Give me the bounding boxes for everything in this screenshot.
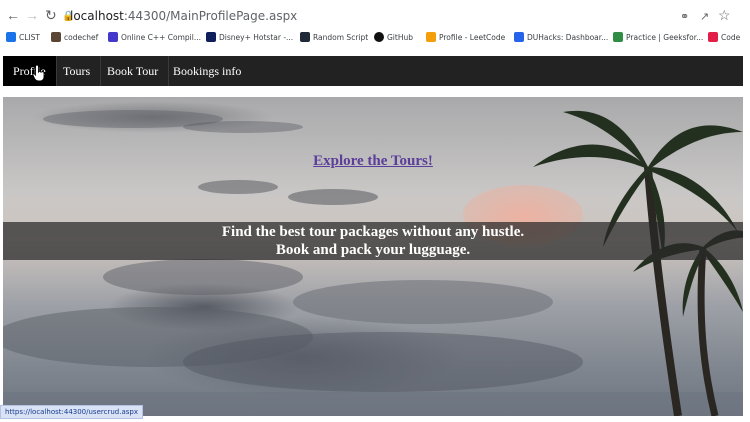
bookmark-label: Online C++ Compil... — [121, 33, 201, 42]
bookmark-random-script[interactable]: Random Script — [300, 32, 368, 44]
browser-toolbar: ← → ↻ 🔒 localhost:44300/MainProfilePage.… — [0, 0, 750, 30]
bookmark-hotstar[interactable]: Disney+ Hotstar -... — [206, 32, 293, 44]
hero-section: Explore the Tours! Find the best tour pa… — [3, 97, 743, 416]
url-rest: :44300/MainProfilePage.aspx — [123, 9, 298, 23]
forward-arrow-icon[interactable]: → — [25, 7, 39, 23]
bookmark-clist[interactable]: CLIST — [6, 32, 40, 44]
duhacks-icon — [514, 32, 524, 42]
bookmark-geeksforgeeks[interactable]: Practice | Geeksfor... — [613, 32, 703, 44]
link-status-bar: https://localhost:44300/usercrud.aspx — [0, 405, 143, 419]
bookmark-codechef[interactable]: codechef — [51, 32, 98, 44]
hand-cursor-icon — [32, 64, 45, 82]
script-icon — [300, 32, 310, 42]
nav-book-tour[interactable]: Book Tour — [97, 56, 170, 86]
hotstar-icon — [206, 32, 216, 42]
code-icon — [708, 32, 718, 42]
reload-icon[interactable]: ↻ — [45, 7, 57, 23]
share-icon[interactable]: ↗ — [700, 9, 709, 25]
github-icon — [374, 32, 384, 42]
geeksforgeeks-icon — [613, 32, 623, 42]
bookmark-code[interactable]: Code — [708, 32, 740, 44]
bookmark-github[interactable]: GitHub — [374, 32, 413, 44]
bookmark-label: Disney+ Hotstar -... — [219, 33, 294, 42]
clist-icon — [6, 32, 16, 42]
bookmark-leetcode[interactable]: Profile - LeetCode — [426, 32, 505, 44]
site-navbar: Profile Tours Book Tour Bookings info — [3, 56, 743, 86]
bookmark-label: Random Script — [313, 33, 369, 42]
url-host: localhost — [70, 9, 124, 23]
tagline-line-1: Find the best tour packages without any … — [221, 224, 525, 240]
bookmark-label: Profile - LeetCode — [439, 33, 506, 42]
bookmark-label: codechef — [64, 33, 99, 42]
nav-bookings-info[interactable]: Bookings info — [163, 56, 251, 86]
tagline-line-2: Book and pack your lugguage. — [275, 242, 471, 258]
bookmark-label: CLIST — [19, 33, 40, 42]
codechef-icon — [51, 32, 61, 42]
back-arrow-icon[interactable]: ← — [6, 7, 20, 23]
address-bar[interactable]: localhost:44300/MainProfilePage.aspx — [70, 9, 297, 23]
bookmark-online-cpp[interactable]: Online C++ Compil... — [108, 32, 201, 44]
bookmarks-bar: CLIST codechef Online C++ Compil... Disn… — [0, 30, 750, 48]
compiler-icon — [108, 32, 118, 42]
tagline-banner: Find the best tour packages without any … — [3, 222, 743, 260]
bookmark-duhacks[interactable]: DUHacks: Dashboar... — [514, 32, 608, 44]
bookmark-label: DUHacks: Dashboar... — [527, 33, 609, 42]
bookmark-label: Code — [721, 33, 741, 42]
nav-tours[interactable]: Tours — [53, 56, 102, 86]
bookmark-label: Practice | Geeksfor... — [626, 33, 704, 42]
star-icon[interactable]: ☆ — [718, 7, 731, 23]
bookmark-label: GitHub — [387, 33, 413, 42]
nav-profile[interactable]: Profile — [3, 56, 57, 86]
key-icon[interactable]: ⚭ — [680, 9, 689, 25]
leetcode-icon — [426, 32, 436, 42]
explore-tours-link[interactable]: Explore the Tours! — [3, 153, 743, 170]
